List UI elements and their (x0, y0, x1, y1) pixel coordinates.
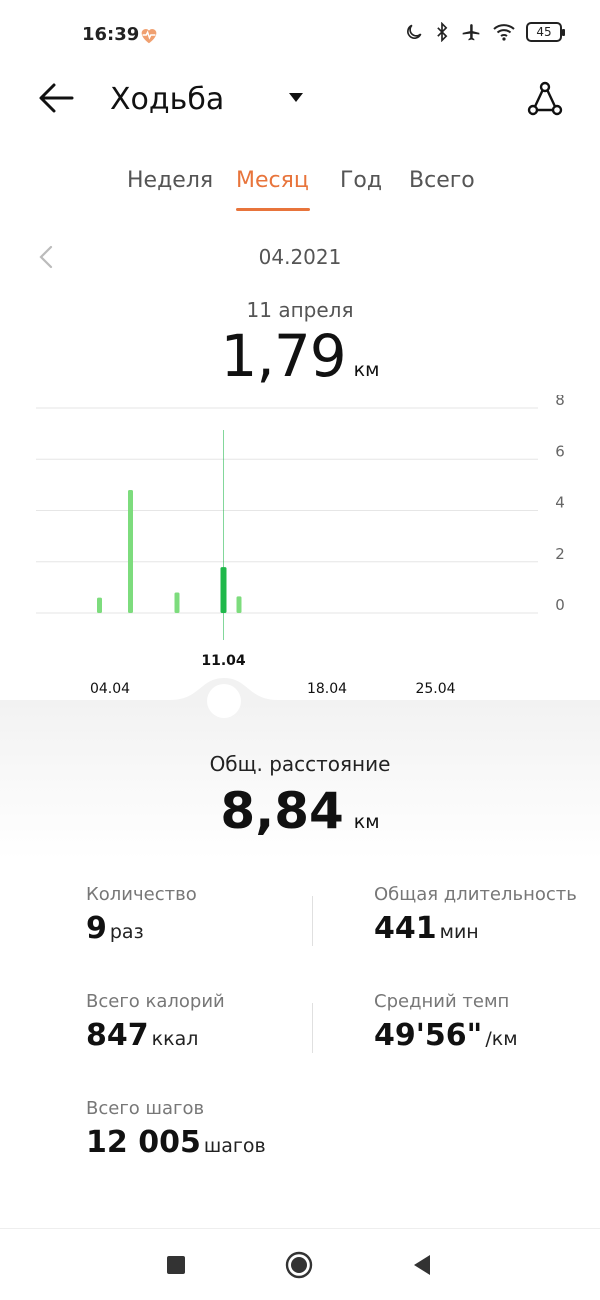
stat-unit: мин (439, 921, 479, 943)
stat-pace: Средний темп 49'56"/км (374, 991, 518, 1053)
stat-divider (312, 1003, 313, 1053)
stat-duration: Общая длительность 441 мин (374, 884, 577, 946)
activity-title[interactable]: Ходьба (110, 82, 224, 117)
bluetooth-icon (437, 22, 448, 42)
chart-bar[interactable] (97, 597, 102, 613)
total-distance-value: 8,84 (220, 782, 344, 840)
period-tabs: Неделя Месяц Год Всего (0, 168, 600, 218)
stat-unit: раз (109, 921, 144, 943)
period-label: 04.2021 (258, 245, 342, 269)
y-tick-label: 4 (555, 494, 565, 512)
total-distance-unit: км (353, 811, 380, 833)
selected-value: 1,79 (220, 322, 347, 390)
stat-label: Количество (86, 884, 197, 905)
selected-value-block: 1,79 км (0, 322, 600, 390)
status-time: 16:39 (82, 24, 140, 45)
battery-icon: 45 (526, 22, 565, 42)
y-tick-label: 2 (555, 545, 565, 563)
stat-value: 12 005 (86, 1125, 201, 1160)
route-icon[interactable] (526, 80, 564, 118)
y-tick-label: 0 (555, 596, 565, 614)
stat-label: Общая длительность (374, 884, 577, 905)
stat-value: 441 (374, 911, 437, 946)
tab-month[interactable]: Месяц (236, 168, 309, 193)
triangle-back-icon[interactable] (412, 1254, 432, 1276)
moon-icon (407, 24, 422, 39)
square-recents-icon[interactable] (166, 1255, 186, 1275)
y-tick-label: 8 (555, 395, 565, 409)
stat-label: Всего калорий (86, 991, 225, 1012)
y-tick-label: 6 (555, 442, 565, 460)
circle-home-icon[interactable] (285, 1251, 313, 1279)
back-arrow-icon[interactable] (36, 78, 76, 118)
drag-handle[interactable] (0, 660, 600, 720)
airplane-icon (462, 24, 480, 41)
chart-bar-selected[interactable] (220, 567, 227, 613)
stat-value: 49'56" (374, 1018, 483, 1053)
distance-bar-chart[interactable]: 8642011.0404.04 18.04 25.04 (0, 395, 600, 700)
stat-unit: /км (485, 1028, 518, 1050)
stat-steps: Всего шагов 12 005 шагов (86, 1098, 266, 1160)
tab-all[interactable]: Всего (409, 168, 475, 193)
system-nav-bar (0, 1228, 600, 1300)
tab-week[interactable]: Неделя (127, 168, 213, 193)
stat-divider (312, 896, 313, 946)
wifi-icon (493, 24, 515, 41)
status-bar: 16:39 45 (0, 0, 600, 70)
total-distance-label: Общ. расстояние (209, 752, 391, 776)
caret-down-icon[interactable] (289, 93, 303, 102)
stat-unit: шагов (203, 1135, 266, 1157)
chart-bar[interactable] (174, 592, 180, 614)
stat-unit: ккал (151, 1028, 199, 1050)
stat-label: Всего шагов (86, 1098, 205, 1119)
stat-value: 9 (86, 911, 107, 946)
stat-value: 847 (86, 1018, 149, 1053)
selected-unit: км (353, 359, 380, 381)
chart-bar[interactable] (236, 596, 242, 613)
active-tab-indicator (236, 208, 310, 211)
stat-label: Средний темп (374, 991, 510, 1012)
selected-date: 11 апреля (246, 298, 354, 322)
heart-rate-icon (141, 29, 157, 44)
total-distance-block: 8,84 км (0, 782, 600, 840)
tab-year[interactable]: Год (340, 168, 382, 193)
stat-count: Количество 9 раз (86, 884, 197, 946)
chart-bar[interactable] (128, 490, 133, 613)
stat-calories: Всего калорий 847 ккал (86, 991, 225, 1053)
